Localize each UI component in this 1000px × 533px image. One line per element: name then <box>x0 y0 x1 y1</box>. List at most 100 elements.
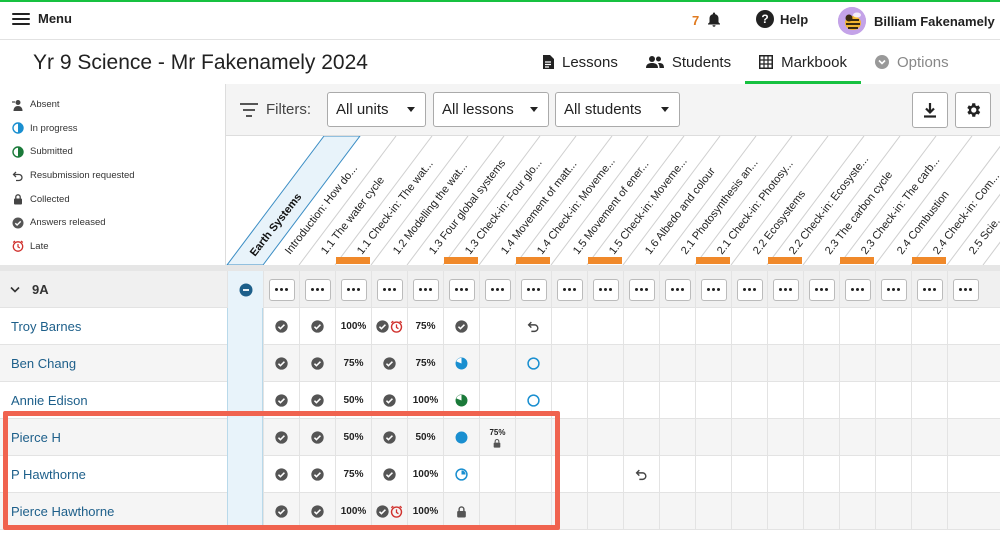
mark-cell[interactable] <box>263 308 299 345</box>
mark-cell[interactable] <box>803 382 839 419</box>
mark-cell[interactable] <box>695 493 731 530</box>
mark-cell[interactable] <box>515 419 551 456</box>
mark-cell[interactable] <box>911 382 947 419</box>
mark-cell[interactable] <box>731 456 767 493</box>
mark-cell[interactable] <box>839 345 875 382</box>
more-options-button[interactable] <box>556 278 583 301</box>
mark-cell[interactable] <box>659 308 695 345</box>
student-name-link[interactable]: Pierce H <box>11 419 61 456</box>
mark-cell[interactable] <box>443 308 479 345</box>
mark-cell[interactable] <box>443 345 479 382</box>
mark-cell[interactable] <box>371 456 407 493</box>
mark-cell[interactable] <box>263 382 299 419</box>
mark-cell[interactable] <box>479 493 515 530</box>
group-toggle[interactable]: 9A <box>10 271 49 308</box>
mark-cell[interactable] <box>731 308 767 345</box>
mark-cell[interactable] <box>263 419 299 456</box>
more-options-button[interactable] <box>844 278 871 301</box>
mark-cell[interactable] <box>839 382 875 419</box>
mark-cell[interactable] <box>839 493 875 530</box>
mark-cell[interactable] <box>947 456 983 493</box>
download-button[interactable] <box>912 92 948 128</box>
mark-cell[interactable] <box>731 345 767 382</box>
more-options-button[interactable] <box>880 278 907 301</box>
more-options-button[interactable] <box>700 278 727 301</box>
mark-cell[interactable] <box>911 493 947 530</box>
mark-cell[interactable] <box>911 456 947 493</box>
mark-cell[interactable] <box>263 345 299 382</box>
mark-cell[interactable]: 50% <box>335 419 371 456</box>
mark-cell[interactable] <box>911 419 947 456</box>
mark-cell[interactable] <box>695 345 731 382</box>
mark-cell[interactable] <box>371 419 407 456</box>
student-name-link[interactable]: Troy Barnes <box>11 308 81 345</box>
mark-cell[interactable] <box>839 308 875 345</box>
more-options-button[interactable] <box>268 278 295 301</box>
mark-cell[interactable] <box>551 456 587 493</box>
mark-cell[interactable] <box>839 456 875 493</box>
mark-cell[interactable] <box>479 345 515 382</box>
students-select[interactable]: All students <box>555 92 680 127</box>
more-options-button[interactable] <box>412 278 439 301</box>
mark-cell[interactable] <box>731 419 767 456</box>
mark-cell[interactable] <box>731 382 767 419</box>
mark-cell[interactable] <box>587 345 623 382</box>
mark-cell[interactable] <box>695 382 731 419</box>
mark-cell[interactable] <box>623 493 659 530</box>
mark-cell[interactable] <box>911 345 947 382</box>
tab-options[interactable]: Options <box>861 40 963 84</box>
mark-cell[interactable] <box>623 308 659 345</box>
more-options-button[interactable] <box>448 278 475 301</box>
mark-cell[interactable] <box>443 419 479 456</box>
mark-cell[interactable] <box>659 345 695 382</box>
mark-cell[interactable] <box>479 308 515 345</box>
mark-cell[interactable] <box>263 493 299 530</box>
mark-cell[interactable] <box>371 345 407 382</box>
more-options-button[interactable] <box>592 278 619 301</box>
help-button[interactable]: ? Help <box>756 10 808 28</box>
mark-cell[interactable] <box>875 493 911 530</box>
unit-collapse-cell[interactable] <box>227 271 263 308</box>
mark-cell[interactable]: 75% <box>407 345 443 382</box>
more-options-button[interactable] <box>484 278 511 301</box>
more-options-button[interactable] <box>376 278 403 301</box>
mark-cell[interactable] <box>731 493 767 530</box>
mark-cell[interactable] <box>551 345 587 382</box>
lessons-select[interactable]: All lessons <box>433 92 549 127</box>
mark-cell[interactable] <box>515 308 551 345</box>
more-options-button[interactable] <box>772 278 799 301</box>
mark-cell[interactable] <box>443 456 479 493</box>
more-options-button[interactable] <box>628 278 655 301</box>
mark-cell[interactable] <box>623 456 659 493</box>
more-options-button[interactable] <box>340 278 367 301</box>
more-options-button[interactable] <box>664 278 691 301</box>
more-options-button[interactable] <box>952 278 979 301</box>
mark-cell[interactable] <box>443 493 479 530</box>
mark-cell[interactable] <box>767 419 803 456</box>
more-options-button[interactable] <box>916 278 943 301</box>
menu-button[interactable]: Menu <box>12 11 72 26</box>
mark-cell[interactable]: 75% <box>407 308 443 345</box>
mark-cell[interactable] <box>875 308 911 345</box>
mark-cell[interactable] <box>587 382 623 419</box>
mark-cell[interactable] <box>875 345 911 382</box>
mark-cell[interactable] <box>803 493 839 530</box>
mark-cell[interactable]: 100% <box>335 493 371 530</box>
more-options-button[interactable] <box>304 278 331 301</box>
mark-cell[interactable] <box>299 456 335 493</box>
mark-cell[interactable] <box>875 456 911 493</box>
mark-cell[interactable] <box>767 308 803 345</box>
mark-cell[interactable] <box>623 382 659 419</box>
tab-students[interactable]: Students <box>632 40 745 84</box>
mark-cell[interactable] <box>695 419 731 456</box>
mark-cell[interactable] <box>587 493 623 530</box>
mark-cell[interactable] <box>767 493 803 530</box>
mark-cell[interactable] <box>299 493 335 530</box>
notifications-button[interactable]: 7 <box>692 11 723 29</box>
mark-cell[interactable] <box>947 382 983 419</box>
mark-cell[interactable] <box>803 419 839 456</box>
mark-cell[interactable] <box>839 419 875 456</box>
mark-cell[interactable]: 100% <box>407 493 443 530</box>
mark-cell[interactable] <box>659 382 695 419</box>
mark-cell[interactable] <box>875 419 911 456</box>
